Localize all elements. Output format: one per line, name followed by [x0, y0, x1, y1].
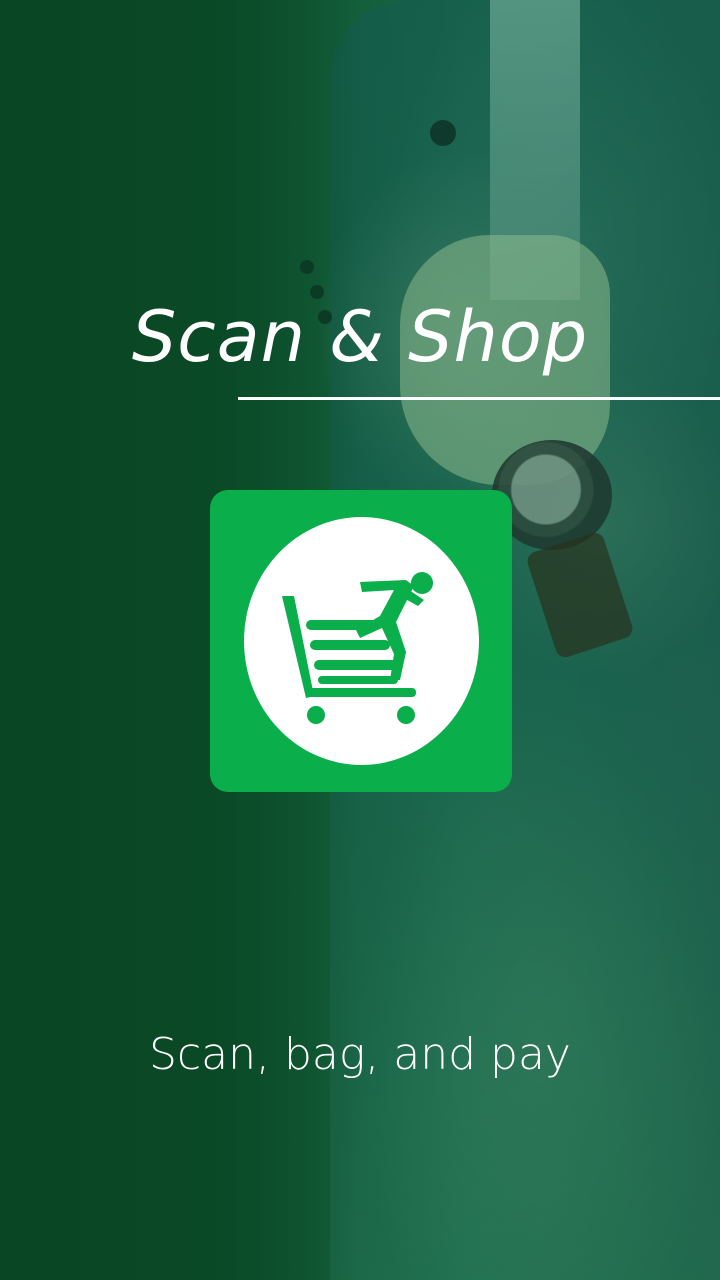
app-title: Scan & Shop	[131, 296, 589, 378]
background-jacket-button	[430, 120, 456, 146]
tagline: Scan, bag, and pay	[149, 1029, 571, 1080]
splash-screen: Scan & Shop Scan, bag, and pay	[0, 0, 720, 1280]
app-logo	[210, 490, 512, 792]
title-underline	[238, 397, 720, 400]
shopping-cart-runner-icon	[282, 572, 433, 724]
